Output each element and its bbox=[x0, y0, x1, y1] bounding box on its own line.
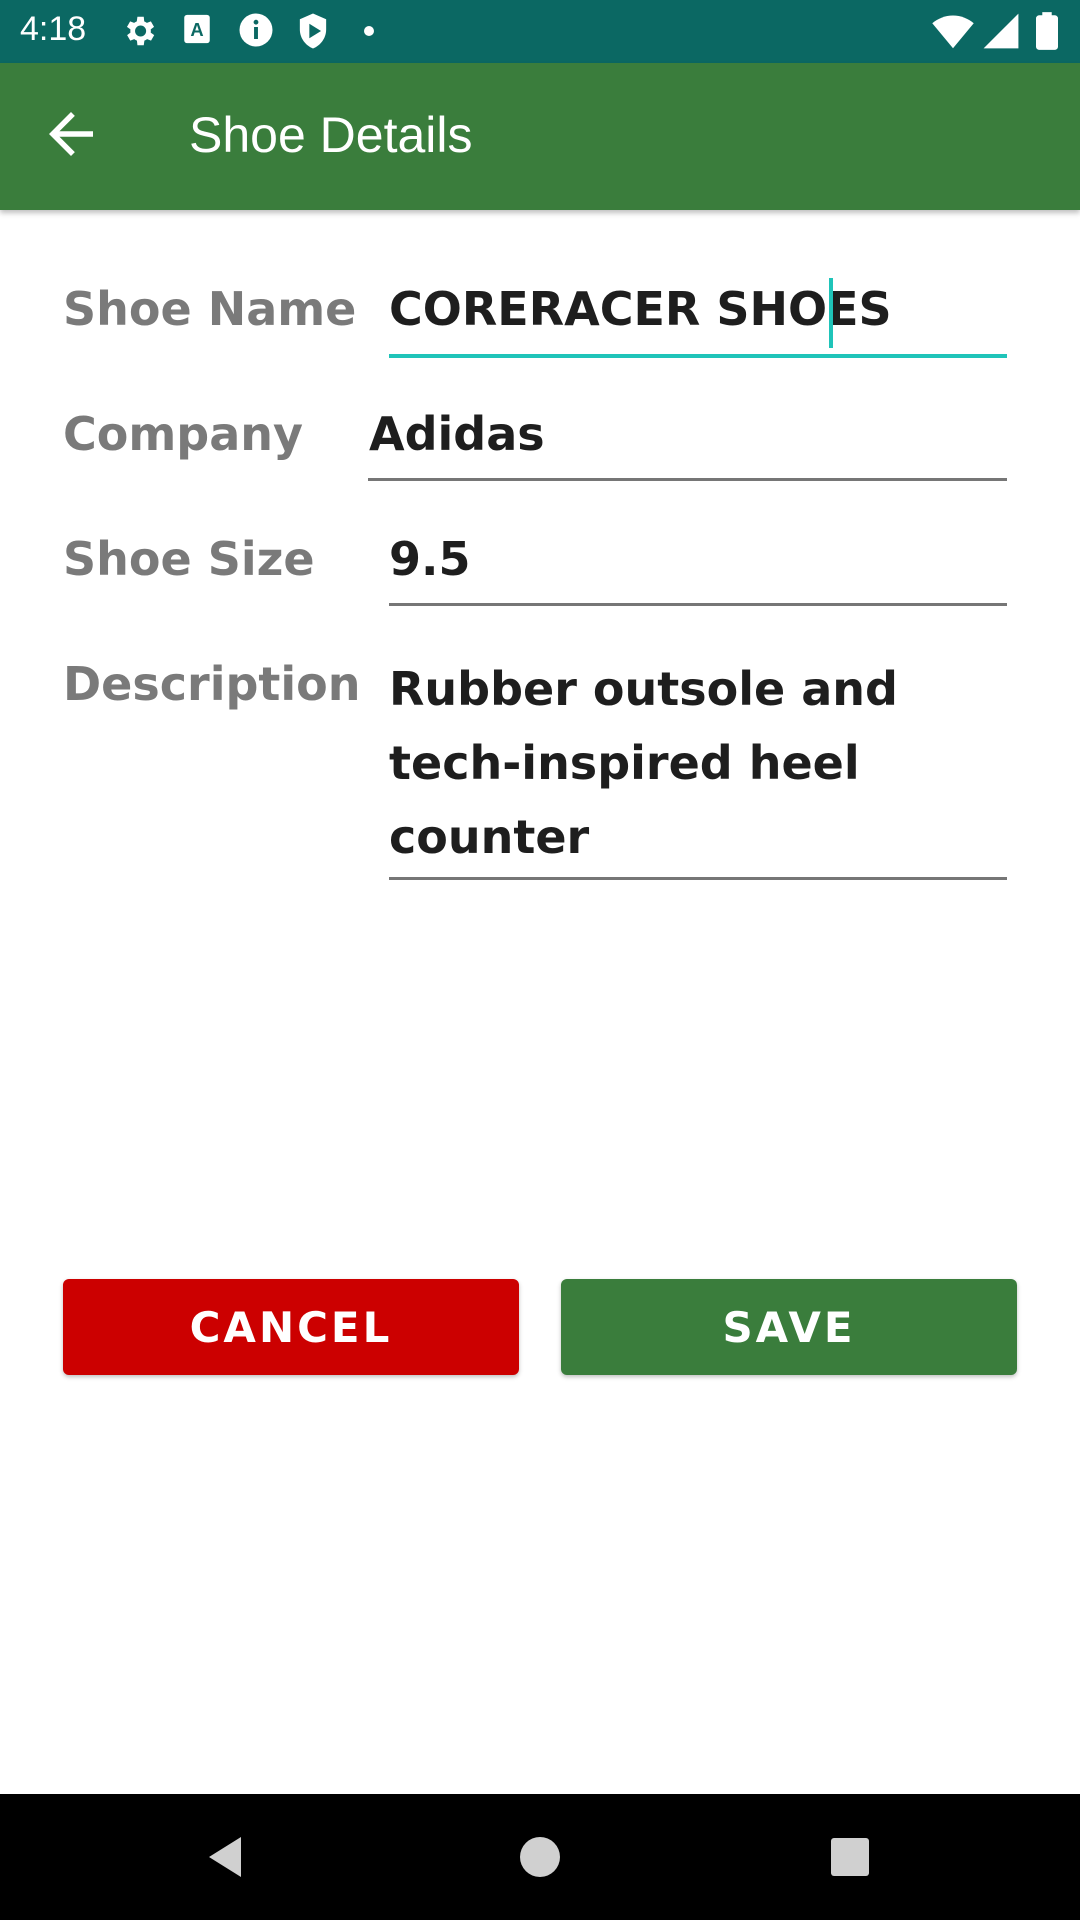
shoe-size-input[interactable]: 9.5 bbox=[389, 532, 471, 586]
shoe-name-input[interactable]: CORERACER SHOES bbox=[389, 282, 892, 336]
back-triangle-icon[interactable] bbox=[195, 1827, 255, 1887]
system-nav-bar bbox=[0, 1794, 1080, 1920]
arrow-back-icon bbox=[49, 112, 93, 156]
home-circle-icon[interactable] bbox=[510, 1827, 570, 1887]
battery-icon bbox=[1036, 12, 1058, 50]
svg-text:A: A bbox=[190, 19, 203, 40]
app-bar: Shoe Details bbox=[0, 63, 1080, 210]
text-cursor bbox=[829, 278, 833, 348]
status-bar: 4:18 A bbox=[0, 0, 1080, 63]
status-icons-right bbox=[932, 12, 1062, 52]
shoe-name-label: Shoe Name bbox=[63, 282, 357, 336]
description-input[interactable]: Rubber outsole and tech-inspired heel co… bbox=[389, 652, 989, 874]
shoe-size-label: Shoe Size bbox=[63, 532, 315, 586]
company-underline bbox=[368, 478, 1007, 481]
back-button[interactable] bbox=[38, 101, 104, 167]
shoe-size-underline bbox=[389, 603, 1007, 606]
shoe-name-underline bbox=[389, 354, 1007, 358]
page-title: Shoe Details bbox=[189, 107, 473, 163]
company-input[interactable]: Adidas bbox=[369, 407, 545, 461]
description-underline bbox=[389, 877, 1007, 880]
save-button[interactable]: SAVE bbox=[561, 1279, 1017, 1375]
text-a-icon: A bbox=[184, 14, 210, 44]
status-time: 4:18 bbox=[20, 10, 87, 48]
cancel-button[interactable]: CANCEL bbox=[63, 1279, 519, 1375]
description-label: Description bbox=[63, 657, 361, 711]
info-icon bbox=[239, 13, 273, 47]
settings-icon bbox=[126, 16, 155, 46]
company-label: Company bbox=[63, 407, 303, 461]
recents-square-icon[interactable] bbox=[820, 1827, 880, 1887]
signal-icon bbox=[983, 13, 1019, 49]
wifi-icon bbox=[932, 15, 974, 49]
dot-icon bbox=[364, 26, 374, 36]
shield-play-icon bbox=[299, 13, 327, 49]
